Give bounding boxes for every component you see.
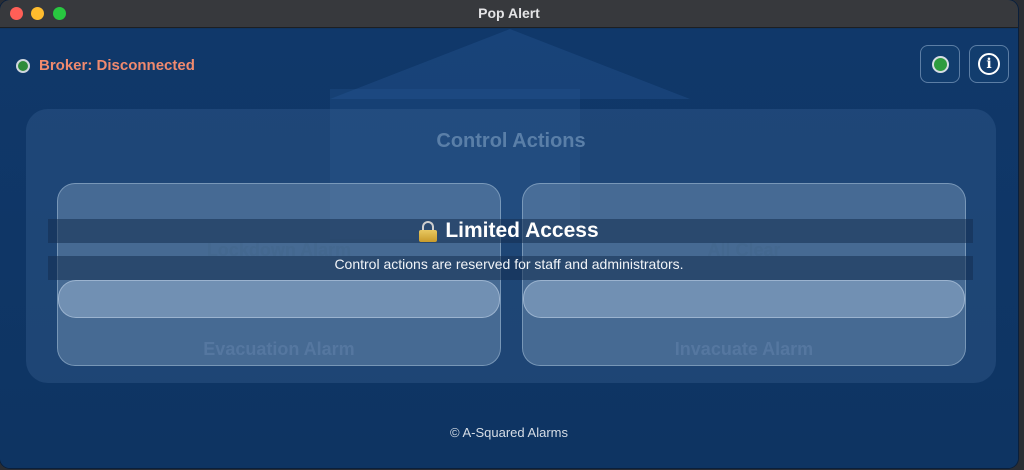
right-action-pill: [523, 280, 965, 318]
app-window: Pop Alert Broker: Disconnected i Control…: [0, 0, 1018, 468]
connection-status-button[interactable]: [920, 45, 960, 83]
broker-status: Broker: Disconnected: [16, 57, 195, 74]
info-icon: i: [978, 53, 1000, 75]
invacuate-alarm-button[interactable]: Invacuate Alarm: [523, 339, 965, 360]
title-bar: Pop Alert: [0, 0, 1018, 28]
info-button[interactable]: i: [969, 45, 1009, 83]
window-title: Pop Alert: [478, 5, 540, 21]
limited-access-message: Control actions are reserved for staff a…: [334, 256, 684, 272]
evacuation-alarm-button[interactable]: Evacuation Alarm: [58, 339, 500, 360]
status-indicator-icon: [16, 58, 30, 73]
status-dot-icon: [931, 55, 949, 73]
limited-access-title: Limited Access: [445, 219, 599, 242]
limited-access-heading: Limited Access: [419, 219, 599, 243]
footer-copyright: © A-Squared Alarms: [450, 425, 568, 440]
limited-access-overlay: Limited Access Control actions are reser…: [0, 219, 1018, 272]
left-action-pill: [58, 280, 500, 318]
panel-title: Control Actions: [436, 130, 586, 152]
lock-icon: [419, 221, 438, 242]
broker-status-label: Broker: Disconnected: [39, 57, 195, 74]
main-content: Broker: Disconnected i Control Actions L…: [0, 29, 1018, 468]
